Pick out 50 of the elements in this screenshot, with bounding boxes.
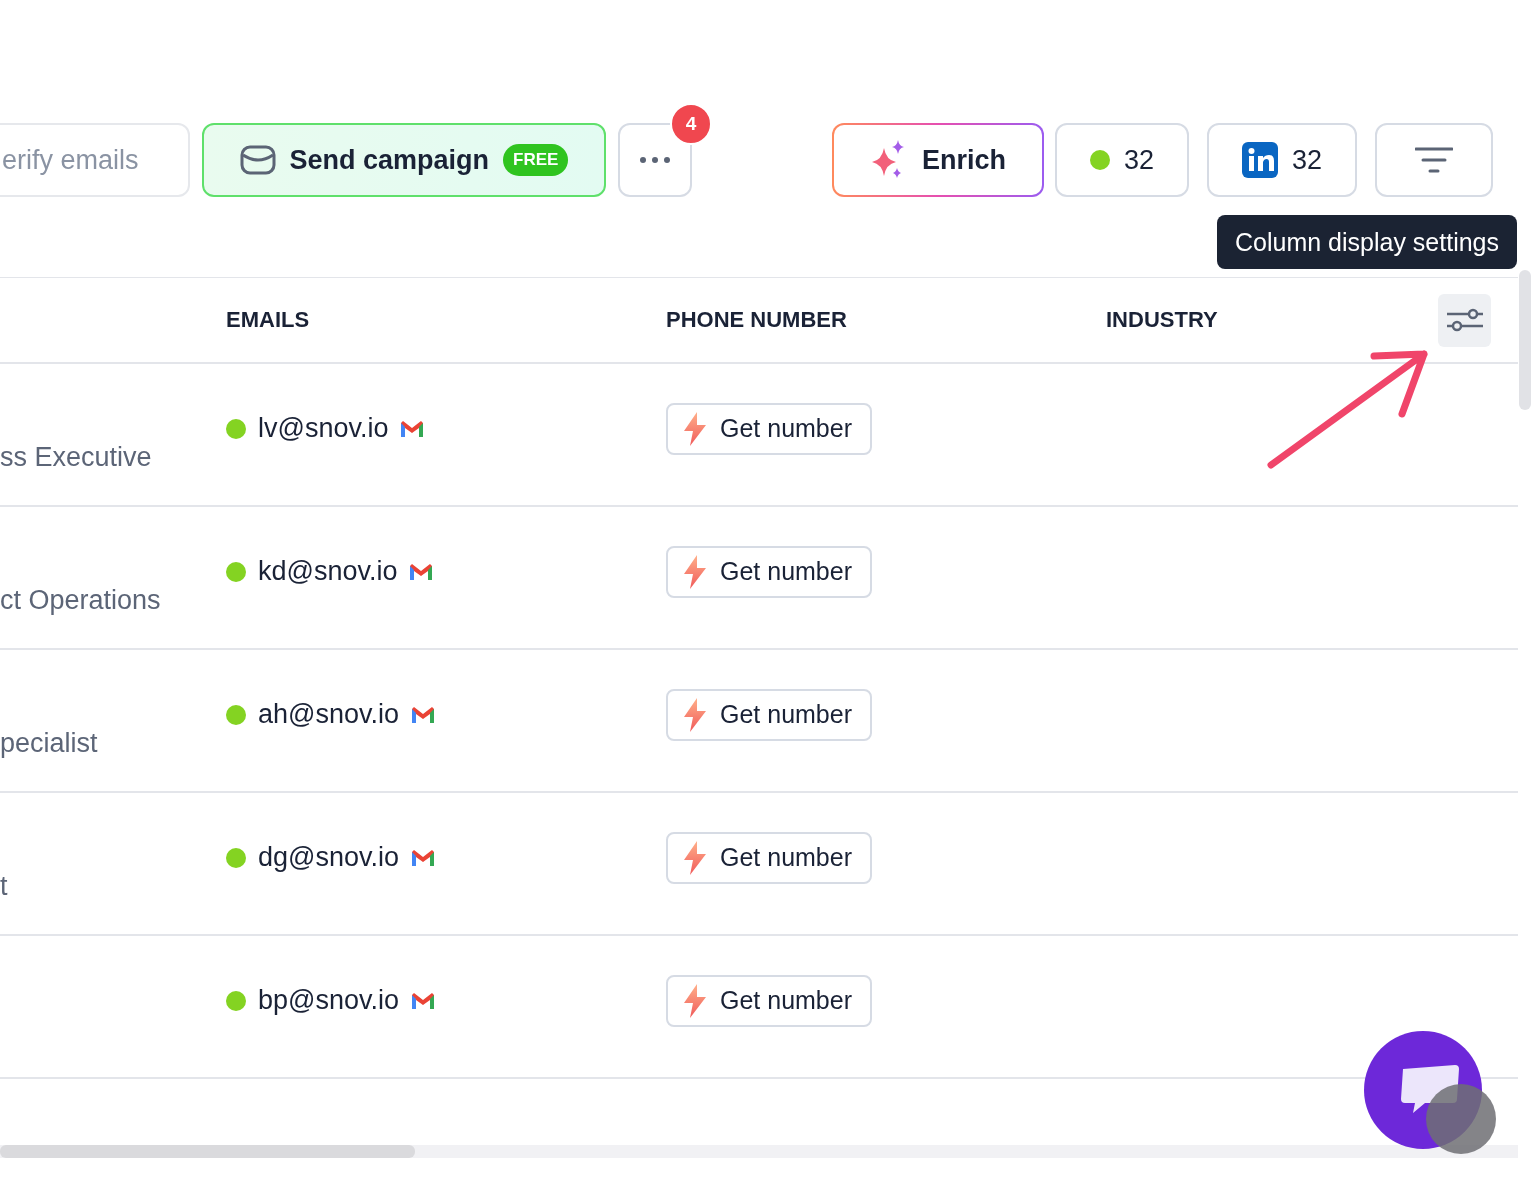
get-number-button[interactable]: Get number — [666, 974, 872, 1027]
filter-button[interactable] — [1375, 123, 1493, 197]
verified-count-button[interactable]: 32 — [1055, 123, 1189, 197]
lightning-icon — [682, 983, 708, 1018]
enrich-button[interactable]: Enrich — [832, 123, 1044, 197]
vertical-scrollbar[interactable] — [1519, 270, 1531, 410]
status-dot — [226, 847, 246, 868]
email-address: bp@snov.io — [258, 985, 399, 1016]
job-title: pecialist — [0, 728, 98, 759]
lightning-icon — [682, 697, 708, 732]
filter-icon — [1415, 147, 1453, 173]
job-title: ct Operations — [0, 585, 161, 616]
job-title: ss Executive — [0, 442, 152, 473]
send-campaign-button[interactable]: Send campaign FREE — [202, 123, 606, 197]
status-dot — [226, 704, 246, 725]
linkedin-count-button[interactable]: 32 — [1207, 123, 1357, 197]
column-header: INDUSTRY — [1106, 307, 1219, 333]
lightning-icon — [682, 554, 708, 589]
envelope-icon — [239, 145, 276, 175]
email-address: kd@snov.io — [258, 556, 398, 587]
status-dot — [226, 990, 246, 1011]
linkedin-icon — [1241, 142, 1278, 178]
column-settings-button[interactable] — [1438, 293, 1491, 347]
settings-sliders-icon — [1445, 306, 1484, 334]
gmail-icon — [409, 562, 434, 581]
column-header: PHONE NUMBER — [666, 307, 848, 333]
status-dot — [1089, 150, 1110, 170]
horizontal-scrollbar[interactable] — [0, 1145, 1518, 1158]
gmail-icon — [411, 991, 435, 1010]
get-number-button[interactable]: Get number — [666, 688, 872, 741]
free-badge: FREE — [503, 144, 569, 176]
get-number-button[interactable]: Get number — [666, 402, 872, 455]
column-header: EMAILS — [226, 307, 311, 333]
send-campaign-label: Send campaign — [289, 144, 490, 176]
lightning-icon — [682, 411, 708, 446]
email-address: lv@snov.io — [258, 413, 389, 444]
job-title: t — [0, 871, 8, 902]
email-address: ah@snov.io — [258, 699, 399, 730]
gmail-icon — [411, 848, 435, 867]
lightning-icon — [682, 840, 708, 875]
get-number-button[interactable]: Get number — [666, 831, 872, 884]
email-address: dg@snov.io — [258, 842, 399, 873]
gmail-icon — [411, 705, 435, 724]
status-dot — [226, 418, 246, 439]
notification-badge: 4 — [670, 103, 712, 145]
status-dot — [226, 561, 246, 582]
gmail-icon — [400, 419, 425, 438]
get-number-button[interactable]: Get number — [666, 545, 872, 598]
tooltip: Column display settings — [1217, 215, 1517, 269]
more-icon — [640, 157, 670, 163]
